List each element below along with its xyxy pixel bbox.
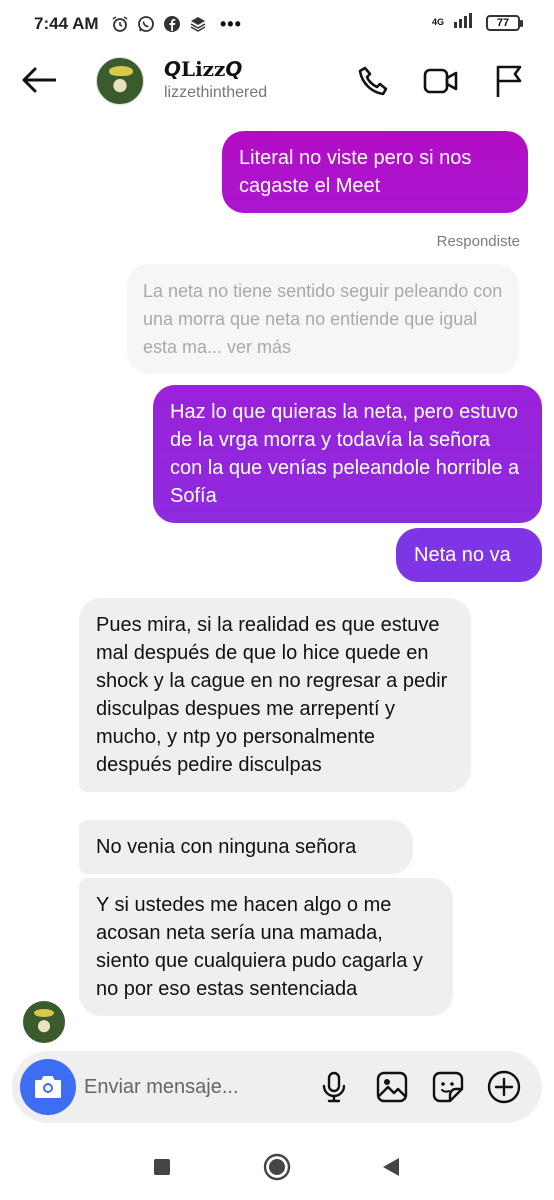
status-time: 7:44 AM — [34, 14, 99, 33]
battery-indicator: 77 — [486, 14, 523, 31]
facebook-icon — [162, 14, 182, 34]
contact-username[interactable]: lizzethinthered — [164, 84, 267, 102]
back-arrow-icon — [22, 67, 56, 93]
status-more-indicator: ••• — [220, 14, 242, 34]
system-navigation-bar — [0, 1134, 554, 1200]
message-received[interactable]: Pues mira, si la realidad es que estuve … — [79, 598, 471, 792]
sticker-button[interactable] — [430, 1069, 466, 1105]
whatsapp-icon — [136, 14, 156, 34]
reply-quote-message[interactable]: La neta no tiene sentido seguir peleando… — [127, 264, 519, 374]
network-type: 4G — [431, 17, 444, 27]
sender-avatar[interactable] — [23, 1001, 65, 1043]
replied-label: Respondiste — [436, 233, 520, 250]
recents-button[interactable] — [147, 1152, 177, 1182]
report-button[interactable] — [490, 62, 528, 100]
more-options-button[interactable] — [486, 1069, 522, 1105]
signal-icon — [452, 12, 478, 33]
message-received[interactable]: No venia con ninguna señora — [79, 820, 413, 874]
message-received[interactable]: Y si ustedes me hacen algo o me acosan n… — [79, 878, 453, 1016]
home-circle-icon — [263, 1153, 291, 1181]
image-icon — [376, 1071, 408, 1103]
microphone-icon — [322, 1071, 346, 1103]
back-button[interactable] — [20, 62, 58, 98]
video-call-button[interactable] — [422, 62, 460, 100]
camera-icon — [35, 1076, 61, 1098]
message-sent[interactable]: Literal no viste pero si nos cagaste el … — [222, 131, 528, 213]
contact-name[interactable]: 𝙌Lizz𝙌 — [164, 57, 242, 81]
message-composer — [12, 1051, 542, 1123]
add-icon — [487, 1070, 521, 1104]
status-notification-icons: ••• — [110, 14, 242, 34]
status-right: 4G 77 — [431, 12, 523, 33]
voice-message-button[interactable] — [316, 1069, 352, 1105]
status-bar: 7:44 AM ••• 4G 77 — [0, 0, 554, 48]
flag-icon — [496, 65, 522, 97]
chat-header: 𝙌Lizz𝙌 lizzethinthered — [0, 48, 554, 112]
back-nav-button[interactable] — [376, 1152, 406, 1182]
layers-icon — [188, 14, 208, 34]
recents-square-icon — [154, 1159, 170, 1175]
contact-avatar[interactable] — [96, 57, 144, 105]
sticker-icon — [432, 1071, 464, 1103]
home-button[interactable] — [262, 1152, 292, 1182]
voice-call-button[interactable] — [354, 62, 392, 100]
phone-icon — [358, 66, 388, 96]
camera-button[interactable] — [20, 1059, 76, 1115]
video-camera-icon — [423, 68, 458, 94]
message-sent[interactable]: Neta no va — [396, 528, 542, 582]
gallery-button[interactable] — [374, 1069, 410, 1105]
back-triangle-icon — [383, 1158, 399, 1176]
message-sent[interactable]: Haz lo que quieras la neta, pero estuvo … — [153, 385, 542, 523]
alarm-icon — [110, 14, 130, 34]
message-input[interactable] — [84, 1071, 284, 1103]
